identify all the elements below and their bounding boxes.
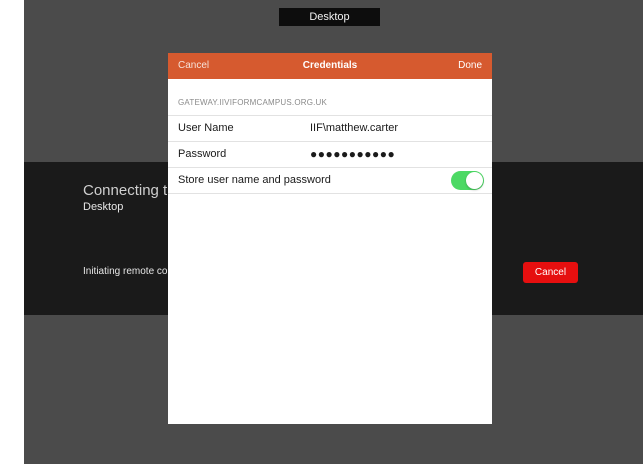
store-credentials-row: Store user name and password (168, 167, 492, 194)
connecting-title: Connecting t (83, 182, 168, 199)
gateway-label: GATEWAY.IIVIFORMCAMPUS.ORG.UK (178, 98, 328, 107)
connecting-target: Desktop (83, 201, 124, 213)
username-field[interactable]: IIF\matthew.carter (310, 116, 398, 141)
connecting-status: Initiating remote co (83, 266, 168, 277)
desktop-tab[interactable]: Desktop (279, 8, 380, 26)
store-credentials-label: Store user name and password (178, 174, 331, 186)
dialog-header: Cancel Credentials Done (168, 53, 492, 79)
credentials-dialog: Cancel Credentials Done GATEWAY.IIVIFORM… (168, 53, 492, 424)
dialog-title: Credentials (302, 60, 358, 71)
remote-desktop-screen: Desktop Connecting t Desktop Initiating … (24, 0, 643, 464)
dialog-done-button[interactable]: Done (458, 53, 482, 79)
password-row[interactable]: Password ●●●●●●●●●●● (168, 141, 492, 167)
store-credentials-toggle[interactable] (451, 171, 484, 190)
cancel-connection-button[interactable]: Cancel (523, 262, 578, 283)
toggle-knob (466, 172, 483, 189)
username-label: User Name (178, 122, 234, 134)
password-label: Password (178, 148, 227, 160)
password-field[interactable]: ●●●●●●●●●●● (310, 142, 395, 167)
username-row[interactable]: User Name IIF\matthew.carter (168, 115, 492, 141)
